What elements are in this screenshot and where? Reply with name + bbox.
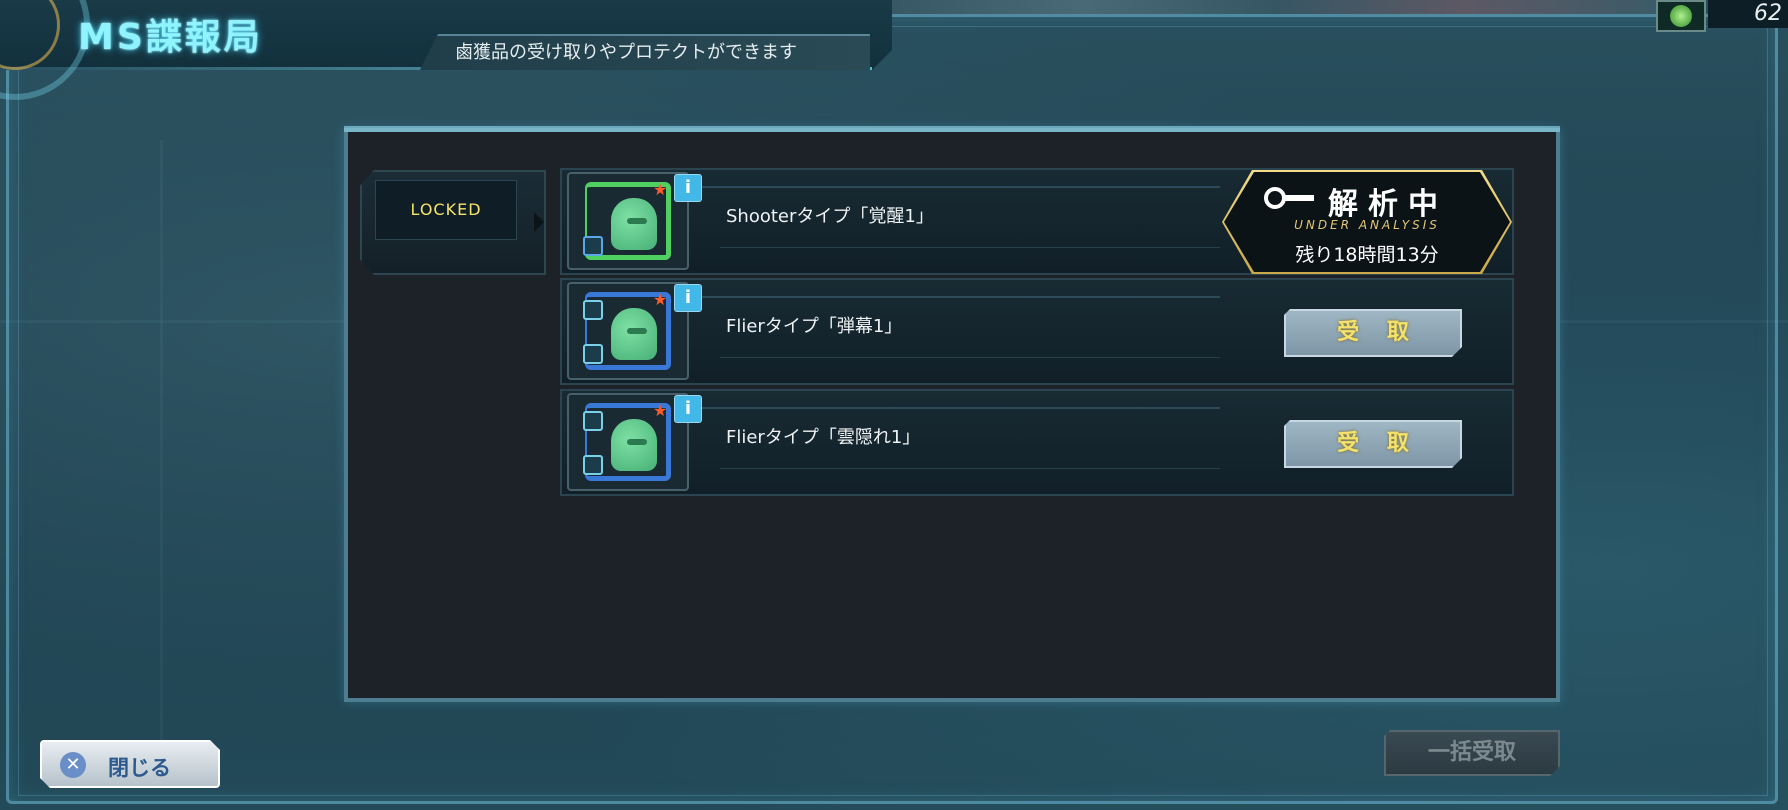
star-icon: ★ (653, 401, 668, 420)
analysis-time-remaining: 残り18時間13分 (1295, 244, 1439, 266)
receive-button[interactable]: 受 取 (1284, 309, 1462, 357)
main-panel-top-edge (344, 126, 1560, 132)
ms-head-icon (611, 419, 657, 471)
resource-count: 62 (1708, 0, 1788, 28)
page-title: MS諜報局 (78, 17, 263, 58)
ms-eye (627, 218, 647, 224)
item-thumbnail[interactable]: ★ (567, 282, 689, 380)
gem-icon (1670, 5, 1692, 27)
locked-arrow-icon (534, 212, 544, 232)
close-icon: ✕ (60, 752, 86, 778)
key-icon (1264, 187, 1314, 209)
page-subtitle: 鹵獲品の受け取りやプロテクトができます (455, 42, 797, 63)
row-decor-line (720, 357, 1220, 358)
row-decor-line (700, 407, 1220, 409)
star-icon: ★ (653, 180, 668, 199)
info-icon[interactable]: i (674, 284, 702, 312)
ms-head-icon (611, 308, 657, 360)
row-decor-line (720, 247, 1220, 248)
analysis-subtitle: UNDER ANALYSIS (1294, 218, 1440, 232)
ms-head-icon (611, 198, 657, 250)
cloak-badge-icon (583, 455, 603, 475)
resource-icon[interactable] (1656, 0, 1706, 32)
item-thumbnail[interactable]: ★ (567, 393, 689, 491)
ms-eye (627, 439, 647, 445)
item-thumbnail[interactable]: ★ (567, 172, 689, 270)
top-strip (890, 0, 1658, 14)
ms-eye (627, 328, 647, 334)
analysis-title: 解析中 (1328, 187, 1448, 222)
barrage-badge-icon (583, 344, 603, 364)
row-decor-line (720, 468, 1220, 469)
skill-badge-icon (583, 236, 603, 256)
info-icon[interactable]: i (674, 395, 702, 423)
info-icon[interactable]: i (674, 174, 702, 202)
locked-label: LOCKED (375, 180, 517, 240)
item-name: Shooterタイプ「覚醒1」 (726, 206, 934, 227)
skill-badge-icon (583, 411, 603, 431)
row-decor-line (700, 186, 1220, 188)
item-name: Flierタイプ「弾幕1」 (726, 316, 903, 337)
row-decor-line (700, 296, 1220, 298)
star-icon: ★ (653, 290, 668, 309)
skill-badge-icon (583, 300, 603, 320)
receive-button[interactable]: 受 取 (1284, 420, 1462, 468)
close-button[interactable]: ✕ 閉じる (40, 740, 220, 788)
item-name: Flierタイプ「雲隠れ1」 (726, 427, 921, 448)
bulk-receive-button[interactable]: 一括受取 (1384, 730, 1560, 776)
close-label: 閉じる (108, 756, 171, 780)
